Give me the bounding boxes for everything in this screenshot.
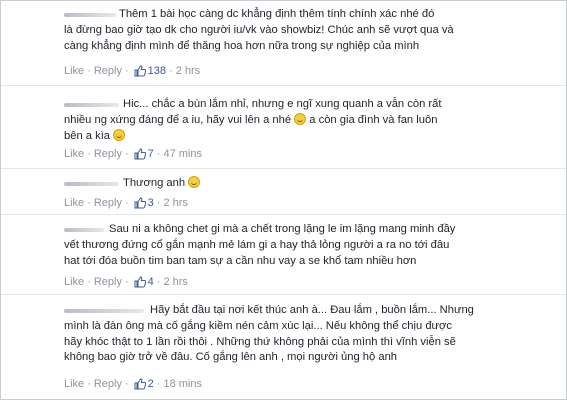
comment-divider [1, 168, 566, 169]
reply-link[interactable]: Reply [94, 65, 122, 77]
timestamp[interactable]: 2 hrs [163, 276, 187, 288]
thumbs-up-icon[interactable] [134, 276, 146, 288]
comment-body: Hic... chắc a bùn lắm nhỉ, nhưng e ngĩ x… [123, 97, 441, 113]
comment-divider [1, 214, 566, 215]
comment-body-cont: vết thương đứng cổ gắn mạnh mẻ lám gi a … [64, 238, 449, 269]
comment-line: nhiều ng xứng đáng để a iu, hãy vui lên … [64, 113, 438, 126]
comment-line: Sau ni a không chet gi mà a chết trong l… [109, 223, 456, 235]
reply-link[interactable]: Reply [94, 276, 122, 288]
comment-body-cont: mình là đàn ông mà cố gắng kiềm nén cảm … [64, 319, 456, 366]
commenter-name-blurred [64, 309, 144, 313]
like-link[interactable]: Like [64, 65, 84, 77]
comment-actions: Like · Reply · 2 · 18 mins [64, 378, 202, 391]
commenter-name-blurred [64, 103, 119, 107]
reply-link[interactable]: Reply [94, 197, 122, 209]
comment-line: hat tới đóa buồn tim ban tam sự a cần nh… [64, 254, 417, 267]
like-count[interactable]: 4 [148, 276, 154, 288]
timestamp[interactable]: 2 hrs [176, 65, 200, 77]
like-count[interactable]: 2 [148, 378, 154, 390]
timestamp[interactable]: 2 hrs [163, 197, 187, 209]
comment-line: Hic... chắc a bùn lắm nhỉ, nhưng e ngĩ x… [123, 98, 442, 110]
comment-body-cont: nhiều ng xứng đáng để a iu, hãy vui lên … [64, 113, 437, 144]
thumbs-up-icon[interactable] [134, 197, 146, 209]
thumbs-up-icon[interactable] [134, 148, 146, 160]
commenter-name-blurred [64, 13, 116, 17]
smiley-emoji-icon [113, 128, 126, 141]
like-count[interactable]: 138 [148, 65, 166, 77]
comment-actions: Like · Reply · 7 · 47 mins [64, 148, 202, 161]
comment-divider [1, 294, 566, 295]
like-link[interactable]: Like [64, 378, 84, 390]
comment-line: hãy khóc thật to 1 lần rồi thôi . Những … [64, 335, 456, 348]
thumbs-up-icon[interactable] [134, 378, 146, 390]
comments-panel: Thêm 1 bài học càng dc khẳng định thêm t… [0, 0, 567, 400]
smiley-emoji-icon [188, 176, 201, 188]
comment-body: Sau ni a không chet gi mà a chết trong l… [109, 222, 455, 238]
like-link[interactable]: Like [64, 276, 84, 288]
smiley-emoji-icon [294, 113, 307, 125]
comment-line: mình là đàn ông mà cố gắng kiềm nén cảm … [64, 320, 452, 332]
comment-line: Thêm 1 bài học càng dc khẳng định thêm t… [119, 8, 435, 20]
comment-divider [1, 85, 566, 86]
comment-line: càng khẳng định mình để thăng hoa hơn nữ… [64, 39, 420, 52]
like-count[interactable]: 3 [148, 197, 154, 209]
comment-line: bên a kìa [64, 128, 437, 145]
timestamp[interactable]: 47 mins [163, 148, 202, 160]
reply-link[interactable]: Reply [94, 148, 122, 160]
comment-body: Thương anh [123, 176, 201, 192]
like-count[interactable]: 7 [148, 148, 154, 160]
comment-actions: Like · Reply · 138 · 2 hrs [64, 65, 201, 78]
reply-link[interactable]: Reply [94, 378, 122, 390]
comment-line: là đừng bao giờ tạo dk cho người iu/vk v… [64, 24, 454, 36]
comment-body: Thêm 1 bài học càng dc khẳng định thêm t… [119, 7, 434, 23]
comment-line: vết thương đứng cổ gắn mạnh mẻ lám gi a … [64, 239, 450, 251]
comment-line: Hãy bắt đầu tại nơi kết thúc anh à... Đa… [150, 304, 474, 316]
comment-line: Thương anh [123, 176, 201, 192]
comment-actions: Like · Reply · 4 · 2 hrs [64, 276, 188, 289]
comment-body-cont: là đừng bao giờ tạo dk cho người iu/vk v… [64, 23, 454, 54]
comment-body: Hãy bắt đầu tại nơi kết thúc anh à... Đa… [150, 303, 474, 319]
commenter-name-blurred [64, 228, 104, 232]
timestamp[interactable]: 18 mins [163, 378, 202, 390]
comment-actions: Like · Reply · 3 · 2 hrs [64, 197, 188, 210]
thumbs-up-icon[interactable] [134, 65, 146, 77]
like-link[interactable]: Like [64, 197, 84, 209]
like-link[interactable]: Like [64, 148, 84, 160]
comment-line: không bao giờ trở về đâu. Cố gắng lên an… [64, 351, 398, 363]
commenter-name-blurred [64, 182, 119, 186]
